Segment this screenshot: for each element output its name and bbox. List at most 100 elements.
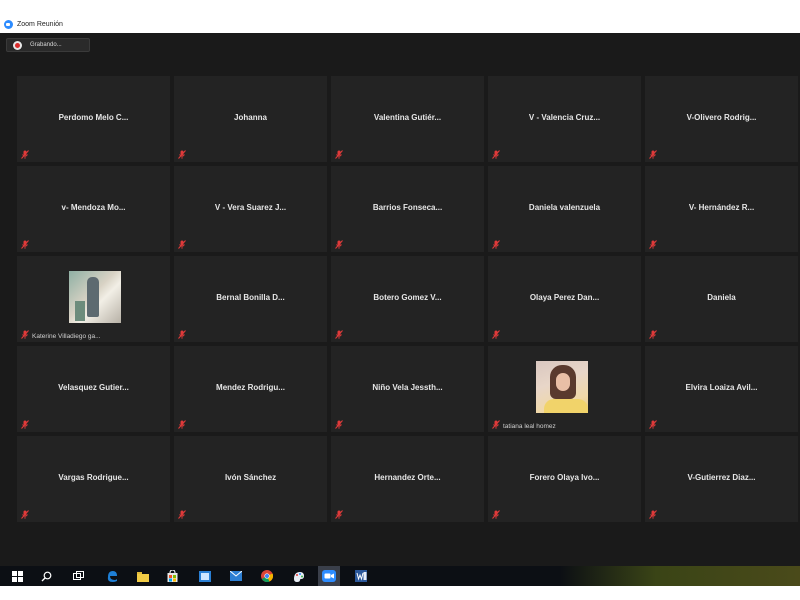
- participant-tile[interactable]: V - Valencia Cruz...: [488, 76, 641, 162]
- muted-mic-icon: [21, 150, 29, 159]
- participant-name: Daniela: [707, 293, 736, 302]
- participant-name: Daniela valenzuela: [528, 203, 601, 212]
- muted-mic-icon: [21, 420, 29, 429]
- participant-name: Olaya Perez Dan...: [529, 293, 600, 302]
- taskbar-edge-icon[interactable]: [103, 569, 120, 583]
- muted-mic-icon: [178, 240, 186, 249]
- participant-name: v- Mendoza Mo...: [61, 203, 126, 212]
- muted-mic-icon: [21, 510, 29, 519]
- participant-name: V- Hernández R...: [688, 203, 755, 212]
- participant-tile[interactable]: V- Hernández R...: [645, 166, 798, 252]
- taskbar-windows-start-icon[interactable]: [9, 569, 26, 583]
- participant-tile[interactable]: Hernandez Orte...: [331, 436, 484, 522]
- screen: Zoom Reunión Grabando... Perdomo Melo C.…: [0, 0, 800, 600]
- recording-label: Grabando...: [30, 42, 62, 48]
- recording-indicator[interactable]: Grabando...: [6, 38, 90, 52]
- participant-name: Bernal Bonilla D...: [216, 293, 285, 302]
- participant-tile[interactable]: V-Olivero Rodrig...: [645, 76, 798, 162]
- taskbar-mail-icon[interactable]: [227, 569, 244, 583]
- participant-name: Katerine Villadiego ga...: [32, 333, 101, 340]
- muted-mic-icon: [649, 330, 657, 339]
- participant-name: Mendez Rodrigu...: [216, 383, 285, 392]
- participant-tile[interactable]: Katerine Villadiego ga...: [17, 256, 170, 342]
- windows-taskbar: [0, 566, 800, 586]
- participant-video: [536, 361, 588, 413]
- participant-name: Botero Gomez V...: [373, 293, 442, 302]
- muted-mic-icon: [178, 150, 186, 159]
- muted-mic-icon: [178, 420, 186, 429]
- recording-icon: [13, 40, 22, 50]
- muted-mic-icon: [492, 420, 500, 429]
- participant-name: Hernandez Orte...: [374, 473, 441, 482]
- screen-bottom-margin: [0, 586, 800, 600]
- taskbar-word-icon[interactable]: [352, 569, 369, 583]
- participant-tile[interactable]: Barrios Fonseca...: [331, 166, 484, 252]
- taskbar-background-glow: [560, 566, 800, 586]
- taskbar-zoom-icon[interactable]: [318, 566, 340, 586]
- participant-tile[interactable]: Johanna: [174, 76, 327, 162]
- participant-tile[interactable]: Valentina Gutiér...: [331, 76, 484, 162]
- participant-grid: Perdomo Melo C... Johanna Valentina Gutiér…: [17, 76, 800, 522]
- participant-tile[interactable]: Daniela: [645, 256, 798, 342]
- muted-mic-icon: [335, 420, 343, 429]
- muted-mic-icon: [492, 510, 500, 519]
- participant-tile[interactable]: V - Vera Suarez J...: [174, 166, 327, 252]
- participant-name: V-Olivero Rodrig...: [686, 113, 757, 122]
- taskbar-search-icon[interactable]: [38, 569, 55, 583]
- taskbar-paint-icon[interactable]: [290, 569, 307, 583]
- participant-tile[interactable]: Mendez Rodrigu...: [174, 346, 327, 432]
- participant-tile[interactable]: tatiana leal homez: [488, 346, 641, 432]
- participant-tile[interactable]: Elvira Loaiza Avil...: [645, 346, 798, 432]
- muted-mic-icon: [649, 420, 657, 429]
- participant-tile[interactable]: Botero Gomez V...: [331, 256, 484, 342]
- taskbar-store-icon[interactable]: [164, 569, 181, 583]
- muted-mic-icon: [492, 330, 500, 339]
- participant-tile[interactable]: Vargas Rodrigue...: [17, 436, 170, 522]
- muted-mic-icon: [649, 150, 657, 159]
- participant-video: [69, 271, 121, 323]
- muted-mic-icon: [335, 330, 343, 339]
- participant-name: Barrios Fonseca...: [372, 203, 443, 212]
- taskbar-photos-icon[interactable]: [196, 569, 213, 583]
- participant-name: V - Vera Suarez J...: [214, 203, 287, 212]
- participant-tile[interactable]: v- Mendoza Mo...: [17, 166, 170, 252]
- window-title: Zoom Reunión: [17, 20, 63, 28]
- participant-name: Valentina Gutiér...: [373, 113, 442, 122]
- taskbar-file-explorer-icon[interactable]: [134, 569, 151, 583]
- participant-tile[interactable]: Perdomo Melo C...: [17, 76, 170, 162]
- muted-mic-icon: [21, 330, 29, 339]
- muted-mic-icon: [178, 510, 186, 519]
- participant-name: V - Valencia Cruz...: [528, 113, 601, 122]
- participant-tile[interactable]: Bernal Bonilla D...: [174, 256, 327, 342]
- participant-name: Johanna: [234, 113, 267, 122]
- participant-name: tatiana leal homez: [503, 423, 556, 430]
- participant-name: Forero Olaya Ivo...: [529, 473, 600, 482]
- muted-mic-icon: [21, 240, 29, 249]
- participant-tile[interactable]: Niño Vela Jessth...: [331, 346, 484, 432]
- participant-tile[interactable]: Velasquez Gutier...: [17, 346, 170, 432]
- participant-name: Vargas Rodrigue...: [58, 473, 129, 482]
- participant-name: Elvira Loaiza Avil...: [685, 383, 758, 392]
- muted-mic-icon: [335, 150, 343, 159]
- taskbar-chrome-icon[interactable]: [258, 569, 275, 583]
- participant-tile[interactable]: Forero Olaya Ivo...: [488, 436, 641, 522]
- muted-mic-icon: [492, 150, 500, 159]
- meeting-area: Grabando... Perdomo Melo C... Johanna Vale…: [0, 33, 800, 566]
- taskbar-task-view-icon[interactable]: [70, 569, 87, 583]
- muted-mic-icon: [649, 510, 657, 519]
- participant-name: Niño Vela Jessth...: [372, 383, 443, 392]
- muted-mic-icon: [492, 240, 500, 249]
- muted-mic-icon: [178, 330, 186, 339]
- participant-tile[interactable]: Daniela valenzuela: [488, 166, 641, 252]
- participant-name: V-Gutierrez Diaz...: [687, 473, 756, 482]
- participant-name: Ivón Sánchez: [224, 473, 277, 482]
- muted-mic-icon: [335, 240, 343, 249]
- participant-tile[interactable]: Olaya Perez Dan...: [488, 256, 641, 342]
- participant-tile[interactable]: V-Gutierrez Diaz...: [645, 436, 798, 522]
- zoom-app-icon: [4, 19, 13, 29]
- muted-mic-icon: [335, 510, 343, 519]
- muted-mic-icon: [649, 240, 657, 249]
- participant-name: Perdomo Melo C...: [58, 113, 129, 122]
- window-titlebar[interactable]: Zoom Reunión: [0, 14, 800, 34]
- participant-tile[interactable]: Ivón Sánchez: [174, 436, 327, 522]
